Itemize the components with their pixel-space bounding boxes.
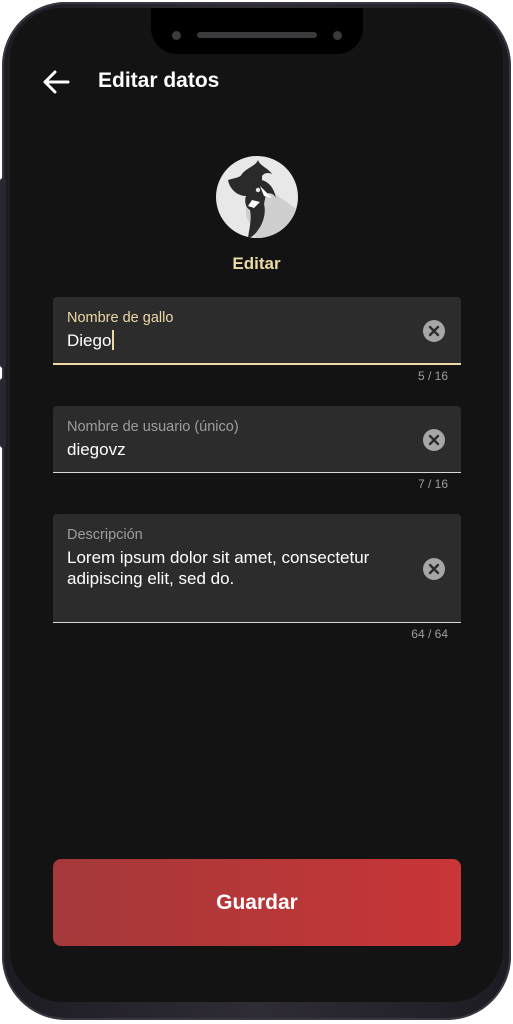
earpiece-speaker (197, 32, 317, 38)
front-camera (172, 31, 181, 40)
save-button[interactable]: Guardar (53, 859, 461, 946)
phone-side-button-upper (0, 178, 6, 368)
edit-avatar-link[interactable]: Editar (10, 254, 503, 274)
phone-notch (151, 8, 363, 54)
arrow-left-icon (43, 70, 70, 94)
rooster-icon (228, 160, 298, 238)
rooster-name-label: Nombre de gallo (67, 310, 174, 326)
rooster-name-text: Diego (67, 331, 112, 350)
username-counter: 7 / 16 (417, 477, 448, 491)
rooster-name-value[interactable]: Diego (67, 330, 401, 351)
clear-username-button[interactable] (423, 429, 445, 451)
field-underline (53, 472, 461, 473)
app-screen: Editar datos Editar Nombre de gallo Dieg… (10, 8, 503, 1002)
rooster-name-counter: 5 / 16 (417, 369, 448, 383)
description-field[interactable]: Descripción Lorem ipsum dolor sit amet, … (53, 514, 461, 623)
field-underline (53, 622, 461, 623)
username-label: Nombre de usuario (único) (67, 419, 239, 435)
description-value[interactable]: Lorem ipsum dolor sit amet, consectetur … (67, 547, 401, 589)
description-label: Descripción (67, 527, 143, 543)
app-header: Editar datos (10, 62, 503, 102)
clear-description-button[interactable] (423, 558, 445, 580)
clear-circle-icon (428, 434, 440, 446)
avatar[interactable] (216, 156, 298, 238)
description-counter: 64 / 64 (411, 627, 448, 641)
rooster-name-field[interactable]: Nombre de gallo Diego (53, 297, 461, 365)
username-value[interactable]: diegovz (67, 439, 401, 460)
username-field[interactable]: Nombre de usuario (único) diegovz (53, 406, 461, 473)
field-underline (53, 363, 461, 365)
page-title: Editar datos (98, 69, 220, 92)
clear-circle-icon (428, 325, 440, 337)
clear-rooster-name-button[interactable] (423, 320, 445, 342)
front-sensor (333, 31, 342, 40)
clear-circle-icon (428, 563, 440, 575)
phone-side-button-lower (0, 378, 6, 448)
back-button[interactable] (38, 64, 74, 100)
text-cursor (112, 330, 115, 350)
